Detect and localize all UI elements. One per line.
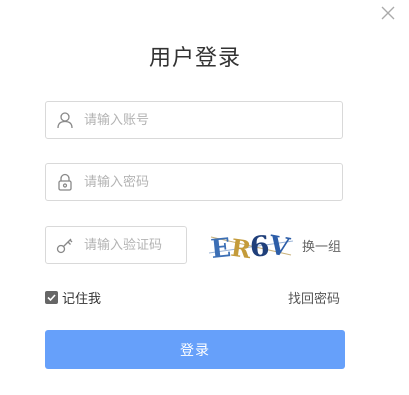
password-field[interactable] (45, 163, 343, 201)
dialog-title: 用户登录 (148, 46, 241, 71)
remember-checkbox[interactable] (45, 291, 58, 304)
remember-me[interactable]: 记住我 (45, 288, 101, 307)
login-dialog: 用户登录 请输入账号 请输入验证码 E R 6 V 换一组 记住我 找回密码 登… (0, 0, 409, 395)
password-input[interactable] (84, 164, 334, 200)
key-icon (56, 236, 74, 254)
remember-label: 记住我 (62, 292, 102, 307)
close-icon[interactable] (380, 5, 396, 21)
account-field[interactable] (45, 101, 343, 139)
login-button[interactable]: 登录 (45, 330, 345, 369)
captcha-field[interactable] (45, 226, 187, 264)
captcha-input[interactable] (84, 227, 184, 263)
forgot-password-link[interactable]: 找回密码 (288, 288, 340, 307)
account-input[interactable] (84, 102, 334, 138)
user-icon (56, 111, 74, 129)
refresh-captcha-link[interactable]: 换一组 (302, 236, 341, 255)
lock-icon (56, 173, 74, 191)
captcha-image[interactable]: E R 6 V (207, 227, 295, 263)
